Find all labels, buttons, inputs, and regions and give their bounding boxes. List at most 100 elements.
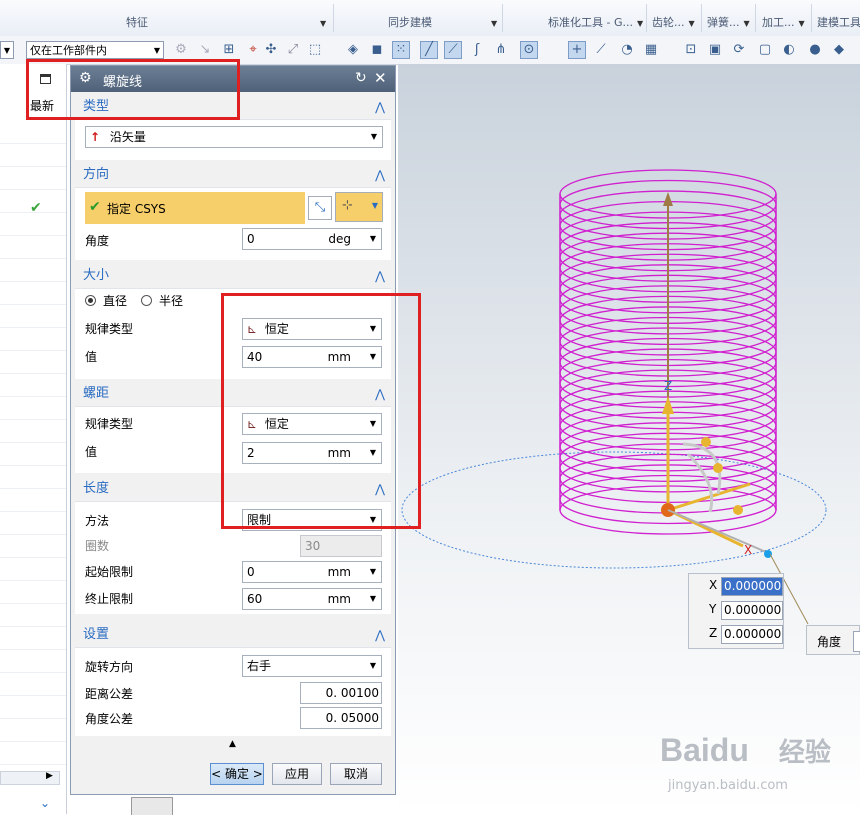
list-item[interactable] <box>0 557 66 581</box>
line-midpoint-icon[interactable]: ⟋ <box>444 41 462 59</box>
pick-icon[interactable]: ⤢ <box>284 41 302 59</box>
rotation-direction-dropdown[interactable]: 右手 ▼ <box>242 655 382 677</box>
collapse-icon[interactable]: ⋀ <box>375 96 385 118</box>
section-direction: ✔ 指定 CSYS ⤡ ⊹ ▼ 角度 0 deg ▼ <box>75 187 391 260</box>
chevron-down-icon[interactable]: ⌄ <box>40 796 50 810</box>
grid-icon[interactable]: ▦ <box>642 41 660 59</box>
list-item[interactable] <box>0 212 66 236</box>
cube-icon[interactable]: ◼ <box>368 41 386 59</box>
highlight-box-params <box>221 293 421 529</box>
solid-icon[interactable]: ◈ <box>344 41 362 59</box>
list-item[interactable] <box>0 741 66 765</box>
collapse-more-icon[interactable]: ▲ <box>229 739 236 749</box>
line-icon[interactable]: ╱ <box>420 41 438 59</box>
part-navigator-panel: 最新 ✔ ▶ ⌄ <box>0 64 67 814</box>
list-item[interactable] <box>0 580 66 604</box>
csys-dialog-icon[interactable]: ⤡ <box>308 196 332 220</box>
ribbon-group-spring[interactable]: 弹簧... ▼ <box>707 14 750 32</box>
component-select-icon[interactable]: ↘ <box>196 41 214 59</box>
box-view-icon[interactable]: ◆ <box>830 41 848 59</box>
rect-select-icon[interactable]: ⬚ <box>306 41 324 59</box>
list-item[interactable] <box>0 258 66 282</box>
list-item[interactable] <box>0 327 66 351</box>
assembly-select-icon[interactable]: ⚙ <box>172 41 190 59</box>
ribbon-group-modeling-tools[interactable]: 建模工具 - ... <box>817 14 860 32</box>
list-item[interactable] <box>0 166 66 190</box>
list-item[interactable] <box>0 488 66 512</box>
list-item[interactable] <box>0 350 66 374</box>
ribbon-group-gear[interactable]: 齿轮... ▼ <box>652 14 695 32</box>
x-coordinate-input[interactable]: 0.0000000 <box>721 577 783 596</box>
distance-tolerance-input[interactable]: 0. 00100 <box>300 682 382 704</box>
list-item[interactable] <box>0 649 66 673</box>
radio-diameter[interactable] <box>85 295 96 306</box>
list-item[interactable] <box>0 143 66 167</box>
curve-icon[interactable]: ʃ <box>468 41 486 59</box>
section-header-size[interactable]: 大小 ⋀ <box>75 265 391 287</box>
list-item[interactable] <box>0 281 66 305</box>
collapse-icon[interactable]: ⋀ <box>375 265 385 287</box>
cancel-button[interactable]: 取消 <box>330 763 382 785</box>
list-item[interactable] <box>0 373 66 397</box>
collapse-icon[interactable]: ⋀ <box>375 164 385 186</box>
list-item[interactable] <box>0 442 66 466</box>
ribbon-group-standard-tools[interactable]: 标准化工具 - G... ▼ <box>548 14 643 32</box>
specify-csys-row[interactable]: ✔ 指定 CSYS <box>85 192 305 224</box>
list-item[interactable] <box>0 235 66 259</box>
list-item[interactable] <box>0 396 66 420</box>
helix-model[interactable]: Z X <box>398 64 860 814</box>
list-item[interactable] <box>0 465 66 489</box>
view-icon[interactable]: ⊡ <box>682 41 700 59</box>
list-item[interactable] <box>0 603 66 627</box>
crosshair-icon[interactable]: + <box>568 41 586 59</box>
list-item[interactable] <box>0 419 66 443</box>
start-limit-input[interactable]: 0 mm ▼ <box>242 561 382 583</box>
slash-icon[interactable]: ⟋ <box>592 41 610 59</box>
close-icon[interactable]: ✕ <box>374 69 387 87</box>
list-item[interactable] <box>0 672 66 696</box>
csys-type-dropdown[interactable]: ⊹ ▼ <box>335 192 383 222</box>
ribbon-group-machining[interactable]: 加工... ▼ <box>762 14 805 32</box>
list-item[interactable] <box>0 304 66 328</box>
collapse-icon[interactable]: ⋀ <box>375 624 385 646</box>
center-icon[interactable]: ⊙ <box>520 41 538 59</box>
section-header-settings[interactable]: 设置 ⋀ <box>75 624 391 646</box>
list-item[interactable] <box>0 626 66 650</box>
type-dropdown[interactable]: ↑ 沿矢量 ▼ <box>85 126 383 148</box>
angle-tolerance-input[interactable]: 0. 05000 <box>300 707 382 729</box>
list-item[interactable] <box>0 718 66 742</box>
z-coordinate-input[interactable]: 0.0000000 <box>721 625 783 644</box>
point-icon[interactable]: ✣ <box>262 41 280 59</box>
list-item[interactable] <box>0 511 66 535</box>
filter-dropdown[interactable]: ▼ <box>0 41 14 59</box>
scroll-right-icon[interactable]: ▶ <box>46 771 53 781</box>
list-item[interactable] <box>0 120 66 144</box>
add-icon[interactable]: ⊞ <box>220 41 238 59</box>
ribbon-group-sync-modeling[interactable]: 同步建模 <box>388 14 432 32</box>
frame-icon[interactable]: ▢ <box>756 41 774 59</box>
snap-points-icon[interactable]: ⁙ <box>392 41 410 59</box>
ok-button[interactable]: < 确定 > <box>210 763 264 785</box>
angle-popup-input[interactable] <box>853 631 860 652</box>
radio-radius[interactable] <box>141 295 152 306</box>
reset-icon[interactable]: ↻ <box>355 70 367 86</box>
refresh-icon[interactable]: ⟳ <box>730 41 748 59</box>
sphere-icon[interactable]: ● <box>806 41 824 59</box>
graphics-viewport[interactable]: Z X X 0.0000000 Y 0.0000000 Z 0.0000000 … <box>398 64 860 814</box>
y-coordinate-input[interactable]: 0.0000000 <box>721 601 783 620</box>
ribbon-group-feature[interactable]: 特征 <box>126 14 148 32</box>
ribbon-group-dropdown-feature[interactable]: ▼ <box>316 14 326 32</box>
tangent-icon[interactable]: ⋔ <box>492 41 510 59</box>
surface-point-icon[interactable]: ◔ <box>618 41 636 59</box>
angle-input[interactable]: 0 deg ▼ <box>242 228 382 250</box>
selection-scope-dropdown[interactable]: 仅在工作部件内 ▼ <box>26 41 164 59</box>
snap-icon[interactable]: ⌖ <box>244 41 262 59</box>
section-header-direction[interactable]: 方向 ⋀ <box>75 164 391 186</box>
ribbon-group-dropdown-sync[interactable]: ▼ <box>487 14 497 32</box>
apply-button[interactable]: 应用 <box>272 763 322 785</box>
list-item[interactable] <box>0 534 66 558</box>
render-mode-icon[interactable]: ◐ <box>780 41 798 59</box>
list-item[interactable] <box>0 695 66 719</box>
image-icon[interactable]: ▣ <box>706 41 724 59</box>
end-limit-input[interactable]: 60 mm ▼ <box>242 588 382 610</box>
